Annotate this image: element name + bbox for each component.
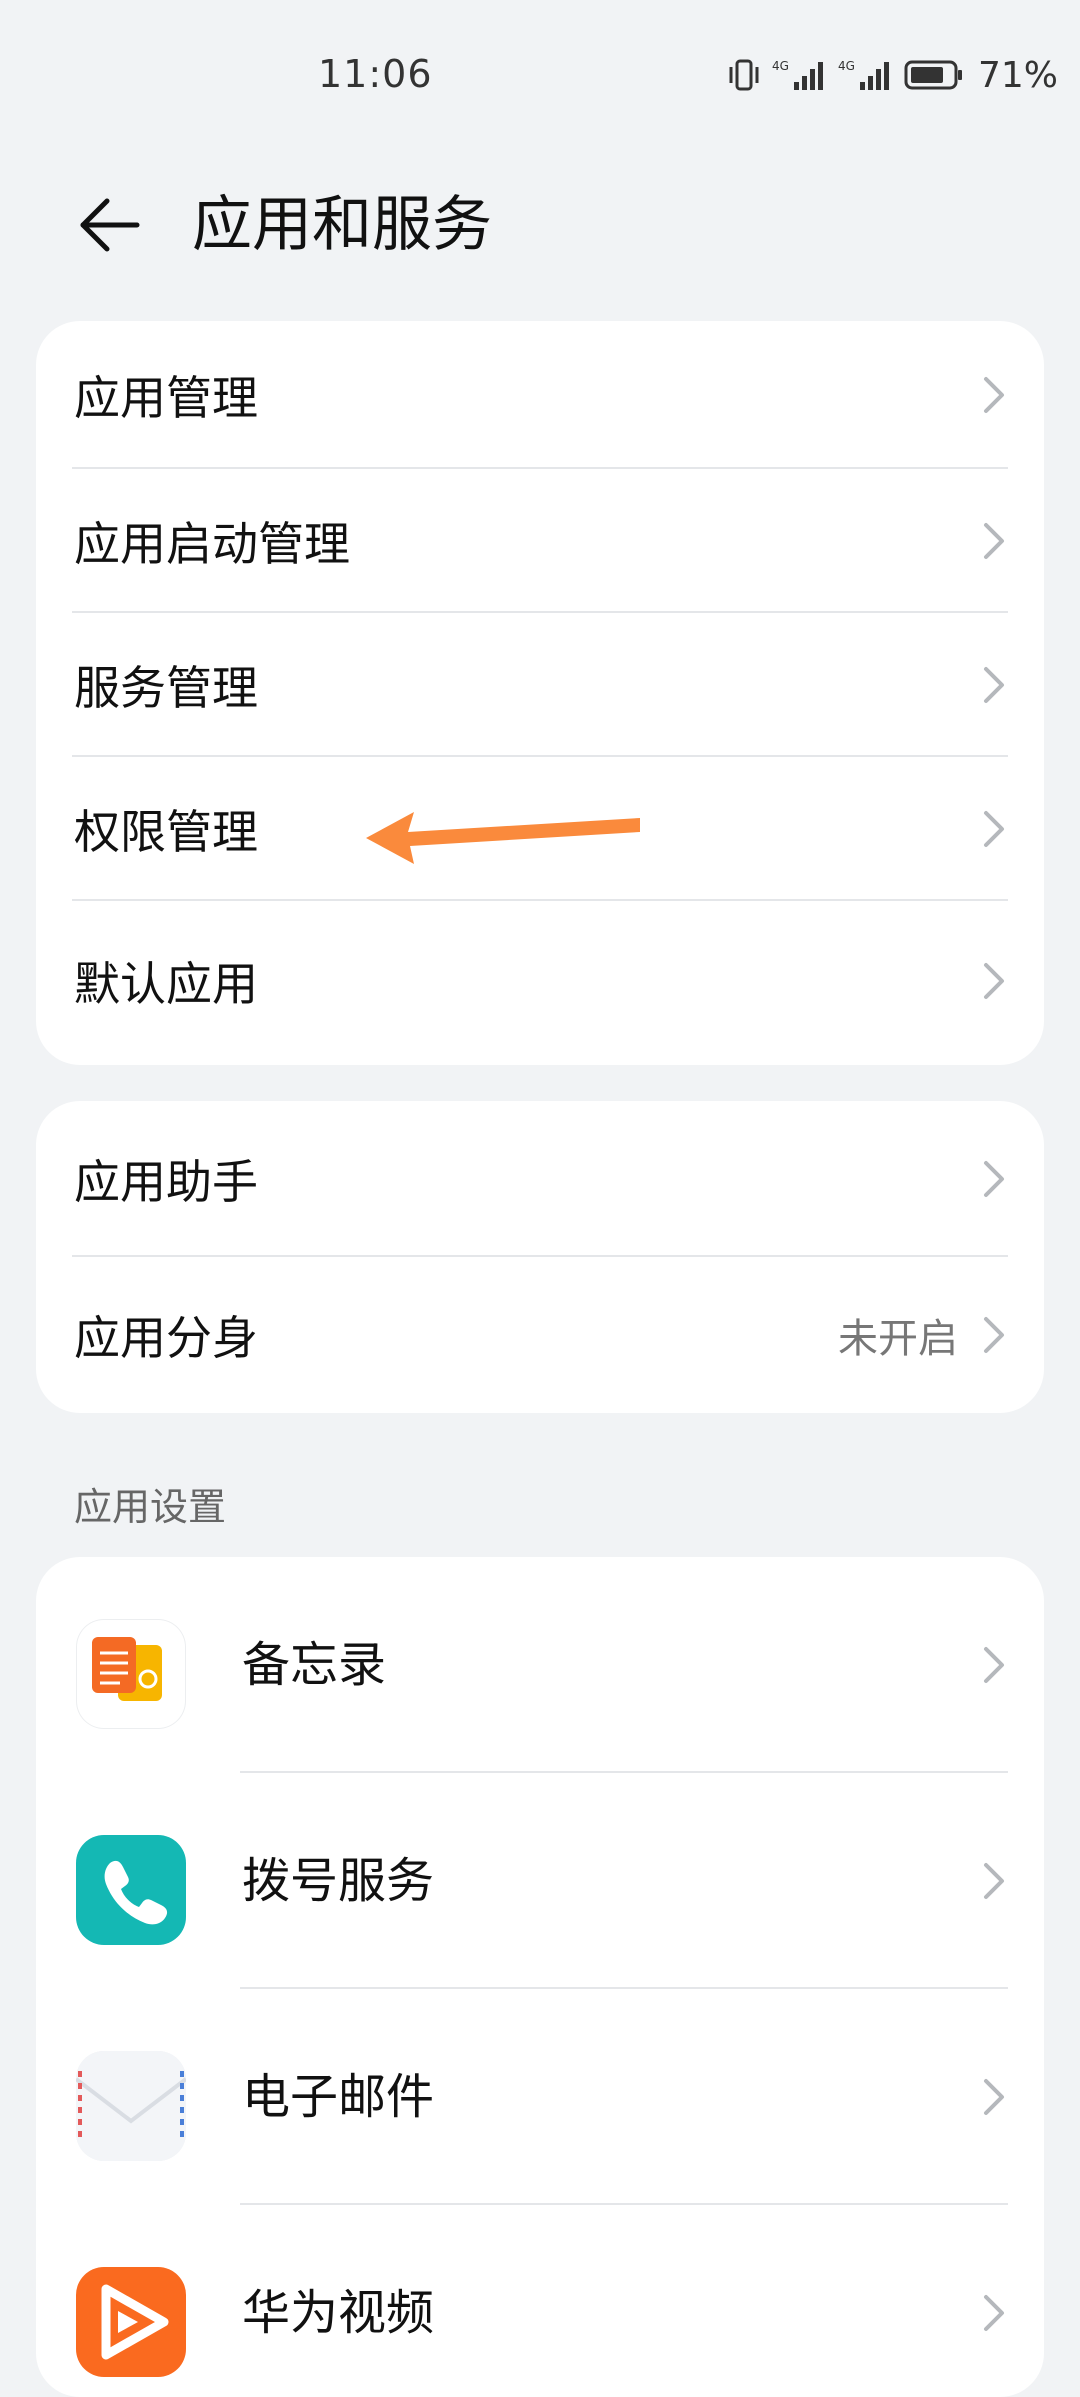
chevron-right-icon xyxy=(984,1317,1004,1353)
chevron-right-icon xyxy=(984,2079,1004,2115)
app-label: 拨号服务 xyxy=(242,1853,435,1909)
row-label: 权限管理 xyxy=(74,805,258,859)
page-title: 应用和服务 xyxy=(192,190,492,260)
row-app-launch-management[interactable]: 应用启动管理 xyxy=(36,469,1044,613)
video-icon xyxy=(76,2267,186,2377)
row-permission-management[interactable]: 权限管理 xyxy=(36,757,1044,901)
back-button[interactable] xyxy=(64,180,154,270)
settings-group-2: 应用助手 应用分身 未开启 xyxy=(36,1101,1044,1413)
app-row-email[interactable]: 电子邮件 xyxy=(36,1989,1044,2205)
chevron-right-icon xyxy=(984,667,1004,703)
row-app-management[interactable]: 应用管理 xyxy=(36,321,1044,469)
battery-icon xyxy=(904,60,962,90)
row-label: 应用启动管理 xyxy=(74,517,350,571)
row-app-twin[interactable]: 应用分身 未开启 xyxy=(36,1257,1044,1413)
section-label: 应用设置 xyxy=(74,1485,227,1529)
arrow-left-icon xyxy=(80,198,140,252)
chevron-right-icon xyxy=(984,1161,1004,1197)
memo-icon xyxy=(76,1619,186,1729)
chevron-right-icon xyxy=(984,377,1004,413)
row-label: 应用分身 xyxy=(74,1311,258,1365)
vibrate-icon xyxy=(729,59,759,91)
app-label: 电子邮件 xyxy=(242,2069,435,2125)
settings-group-1: 应用管理 应用启动管理 服务管理 权限管理 默认应用 xyxy=(36,321,1044,1065)
net-label-1: 4G xyxy=(772,59,789,73)
chevron-right-icon xyxy=(984,523,1004,559)
chevron-right-icon xyxy=(984,2295,1004,2331)
signal-4g-icon-2: 4G xyxy=(838,59,889,90)
row-value: 未开启 xyxy=(838,1316,958,1362)
net-label-2: 4G xyxy=(838,59,855,73)
row-app-assistant[interactable]: 应用助手 xyxy=(36,1101,1044,1257)
row-label: 默认应用 xyxy=(74,957,258,1011)
row-default-apps[interactable]: 默认应用 xyxy=(36,901,1044,1061)
app-settings-group: 备忘录 拨号服务 电子邮件 华为视频 xyxy=(36,1557,1044,2397)
header: 应用和服务 xyxy=(0,160,1080,270)
row-label: 应用助手 xyxy=(74,1155,258,1209)
status-bar: 11:06 4G 4G 71% xyxy=(0,0,1080,150)
app-row-dialer[interactable]: 拨号服务 xyxy=(36,1773,1044,1989)
email-icon xyxy=(76,2051,186,2161)
chevron-right-icon xyxy=(984,811,1004,847)
battery-percent: 71% xyxy=(977,54,1058,96)
status-time: 11:06 xyxy=(318,52,433,96)
row-label: 服务管理 xyxy=(74,661,258,715)
chevron-right-icon xyxy=(984,1647,1004,1683)
signal-4g-icon: 4G xyxy=(772,59,823,90)
phone-icon xyxy=(76,1835,186,1945)
app-label: 华为视频 xyxy=(242,2285,435,2341)
status-icons: 4G 4G 71% xyxy=(726,50,1058,100)
app-row-huawei-video[interactable]: 华为视频 xyxy=(36,2205,1044,2397)
chevron-right-icon xyxy=(984,963,1004,999)
app-row-memo[interactable]: 备忘录 xyxy=(36,1557,1044,1773)
chevron-right-icon xyxy=(984,1863,1004,1899)
app-label: 备忘录 xyxy=(242,1637,387,1693)
row-label: 应用管理 xyxy=(74,371,258,425)
row-service-management[interactable]: 服务管理 xyxy=(36,613,1044,757)
